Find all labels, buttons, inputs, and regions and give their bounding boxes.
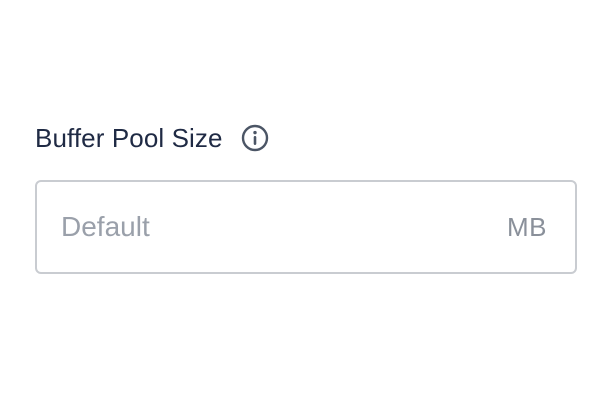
unit-suffix: MB xyxy=(507,211,547,242)
field-label: Buffer Pool Size xyxy=(35,122,223,153)
buffer-pool-size-field: Buffer Pool Size MB xyxy=(35,118,577,274)
info-icon[interactable] xyxy=(241,124,269,152)
buffer-pool-size-input-wrapper[interactable]: MB xyxy=(35,180,577,274)
field-label-row: Buffer Pool Size xyxy=(35,118,577,158)
buffer-pool-size-input[interactable] xyxy=(37,182,507,272)
